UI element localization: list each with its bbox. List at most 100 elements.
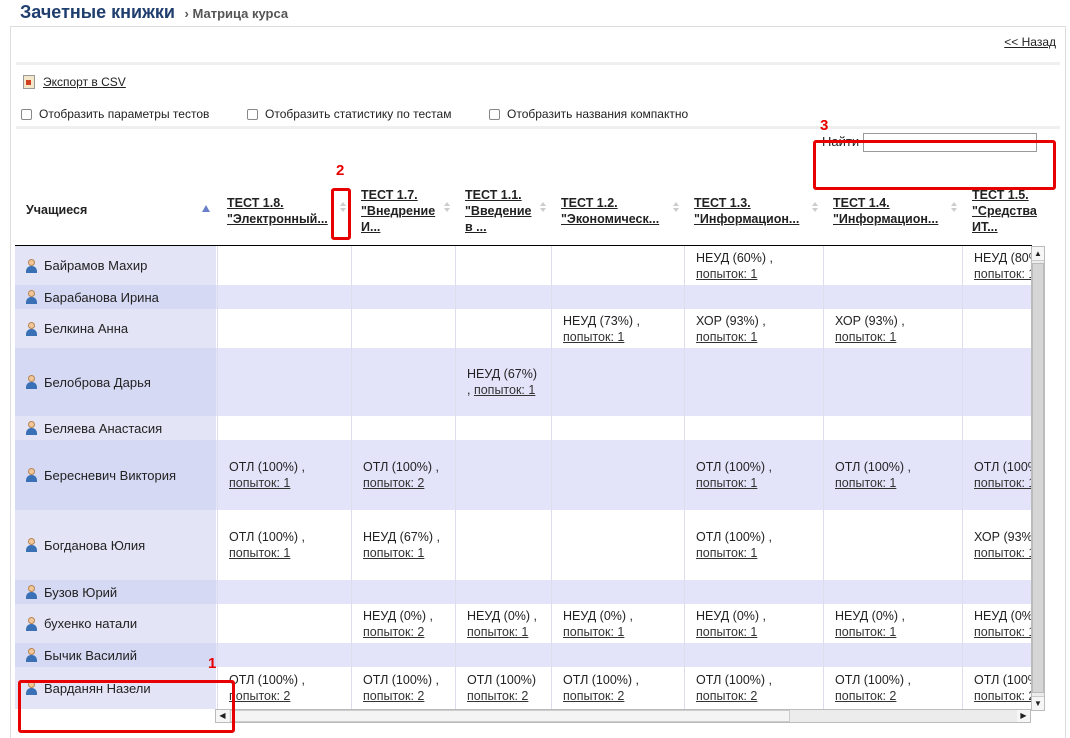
test-title-line[interactable]: "Информацион...: [833, 211, 938, 227]
student-name-cell[interactable]: Белкина Анна: [15, 309, 216, 348]
test-column-header[interactable]: ТЕСТ 1.7. "Внедрение И...: [361, 187, 435, 235]
test-title-line[interactable]: И...: [361, 219, 435, 235]
attempts-link[interactable]: попыток: 1: [363, 546, 424, 560]
test-title-line[interactable]: ТЕСТ 1.1.: [465, 187, 532, 203]
test-title-line[interactable]: ИТ...: [972, 219, 1037, 235]
attempts-link[interactable]: попыток: 1: [474, 383, 535, 397]
attempts-link[interactable]: попыток: 1: [835, 625, 896, 639]
test-title-line[interactable]: ТЕСТ 1.8.: [227, 195, 328, 211]
grade-result: НЕУД (0%) ,: [974, 608, 1032, 623]
attempts-link[interactable]: попыток: 1: [696, 476, 757, 490]
option-compact-names[interactable]: Отобразить названия компактно: [489, 107, 688, 121]
attempts-link[interactable]: попыток: 2: [974, 689, 1032, 703]
option-show-test-stats[interactable]: Отобразить статистику по тестам: [247, 107, 451, 121]
sort-icon[interactable]: [673, 202, 680, 213]
attempts-link[interactable]: попыток: 2: [363, 476, 424, 490]
sort-icon[interactable]: [340, 202, 347, 213]
student-name-cell[interactable]: Бычик Василий: [15, 643, 216, 667]
grade-cell: [551, 285, 684, 309]
attempts-link[interactable]: попыток: 1: [696, 546, 757, 560]
test-title-line[interactable]: ТЕСТ 1.7.: [361, 187, 435, 203]
vertical-scrollbar[interactable]: ▲ ▼: [1031, 246, 1045, 711]
student-name-cell[interactable]: Бузов Юрий: [15, 580, 216, 604]
test-title-line[interactable]: "Средства: [972, 203, 1037, 219]
attempts-link[interactable]: попыток: 1: [696, 267, 757, 281]
sort-icon[interactable]: [540, 202, 547, 213]
checkbox[interactable]: [247, 109, 258, 121]
test-column-header[interactable]: ТЕСТ 1.1. "Введение в ...: [465, 187, 532, 235]
export-csv-link[interactable]: Экспорт в CSV: [43, 75, 126, 89]
scroll-thumb[interactable]: [1032, 263, 1044, 693]
test-title-line[interactable]: ТЕСТ 1.3.: [694, 195, 799, 211]
scroll-right-icon[interactable]: ▶: [1017, 710, 1030, 722]
test-title-line[interactable]: "Электронный...: [227, 211, 328, 227]
grade-result: ОТЛ (100%): [467, 673, 537, 687]
student-name-cell[interactable]: Беляева Анастасия: [15, 416, 216, 440]
scroll-thumb-horizontal[interactable]: [230, 710, 790, 722]
horizontal-scrollbar[interactable]: ◀ ▶: [215, 709, 1031, 723]
user-icon: [25, 585, 38, 599]
back-link[interactable]: << Назад: [1004, 35, 1056, 49]
attempts-link[interactable]: попыток: 2: [696, 689, 757, 703]
test-title-line[interactable]: "Экономическ...: [561, 211, 659, 227]
student-name-cell[interactable]: Варданян Назели: [15, 667, 216, 709]
test-column-header[interactable]: ТЕСТ 1.5. "Средства ИТ...: [972, 187, 1037, 235]
test-column-header[interactable]: ТЕСТ 1.4. "Информацион...: [833, 195, 938, 227]
student-name-cell[interactable]: Бересневич Виктория: [15, 440, 216, 510]
test-title-line[interactable]: ТЕСТ 1.2.: [561, 195, 659, 211]
checkbox[interactable]: [489, 109, 500, 121]
export-csv[interactable]: Экспорт в CSV: [23, 74, 126, 89]
attempts-link[interactable]: попыток: 1: [229, 546, 290, 560]
test-title-line[interactable]: "Внедрение: [361, 203, 435, 219]
sort-icon[interactable]: [444, 202, 451, 213]
test-title-line[interactable]: "Введение: [465, 203, 532, 219]
student-name-cell[interactable]: Богданова Юлия: [15, 510, 216, 580]
test-column-header[interactable]: ТЕСТ 1.3. "Информацион...: [694, 195, 799, 227]
sort-icon[interactable]: [812, 202, 819, 213]
attempts-link[interactable]: попыток: 2: [363, 625, 424, 639]
student-name-cell[interactable]: Барабанова Ирина: [15, 285, 216, 309]
search-label: Найти: [822, 133, 860, 149]
attempts-link[interactable]: попыток: 2: [229, 689, 290, 703]
test-title-line[interactable]: "Информацион...: [694, 211, 799, 227]
attempts-link[interactable]: попыток: 1: [974, 625, 1032, 639]
attempts-link[interactable]: попыток: 1: [467, 625, 528, 639]
student-name-cell[interactable]: бухенко натали: [15, 604, 216, 643]
scroll-down-icon[interactable]: ▼: [1032, 696, 1044, 710]
attempts-link[interactable]: попыток: 1: [229, 476, 290, 490]
sort-icon[interactable]: [951, 202, 958, 213]
test-column-header[interactable]: ТЕСТ 1.2. "Экономическ...: [561, 195, 659, 227]
attempts-link[interactable]: попыток: 2: [467, 689, 528, 703]
attempts-link[interactable]: попыток: 1: [974, 476, 1032, 490]
checkbox[interactable]: [21, 109, 32, 121]
grade-cell: ХОР (93%) , попыток: 1: [823, 309, 962, 348]
student-name-cell[interactable]: Байрамов Махир: [15, 246, 216, 285]
test-title-line[interactable]: ТЕСТ 1.4.: [833, 195, 938, 211]
option-show-test-params[interactable]: Отобразить параметры тестов: [21, 107, 209, 121]
attempts-link[interactable]: попыток: 1: [563, 330, 624, 344]
grade-cell: НЕУД (73%) , попыток: 1: [551, 309, 684, 348]
student-name-cell[interactable]: Белоброва Дарья: [15, 348, 216, 416]
attempts-link[interactable]: попыток: 1: [563, 625, 624, 639]
option-label: Отобразить параметры тестов: [39, 107, 210, 121]
table-row: Бересневич Виктория ОТЛ (100%) , попыток: …: [15, 440, 1032, 510]
attempts-link[interactable]: попыток: 2: [363, 689, 424, 703]
attempts-link[interactable]: попыток: 1: [696, 330, 757, 344]
breadcrumb: › Матрица курса: [184, 6, 289, 21]
scroll-up-icon[interactable]: ▲: [1032, 247, 1044, 261]
students-column-header[interactable]: Учащиеся: [26, 203, 87, 217]
attempts-link[interactable]: попыток: 1: [835, 330, 896, 344]
attempts-link[interactable]: попыток: 1: [974, 546, 1032, 560]
scroll-left-icon[interactable]: ◀: [216, 710, 229, 722]
attempts-link[interactable]: попыток: 1: [974, 267, 1032, 281]
attempts-link[interactable]: попыток: 1: [696, 625, 757, 639]
test-column-header[interactable]: ТЕСТ 1.8. "Электронный...: [227, 195, 328, 227]
attempts-link[interactable]: попыток: 1: [835, 476, 896, 490]
attempts-link[interactable]: попыток: 2: [563, 689, 624, 703]
sort-asc-icon[interactable]: [202, 205, 210, 212]
test-title-line[interactable]: ТЕСТ 1.5.: [972, 187, 1037, 203]
test-title-line[interactable]: в ...: [465, 219, 532, 235]
grade-cell: [551, 348, 684, 416]
search-input[interactable]: [863, 133, 1038, 152]
attempts-link[interactable]: попыток: 2: [835, 689, 896, 703]
